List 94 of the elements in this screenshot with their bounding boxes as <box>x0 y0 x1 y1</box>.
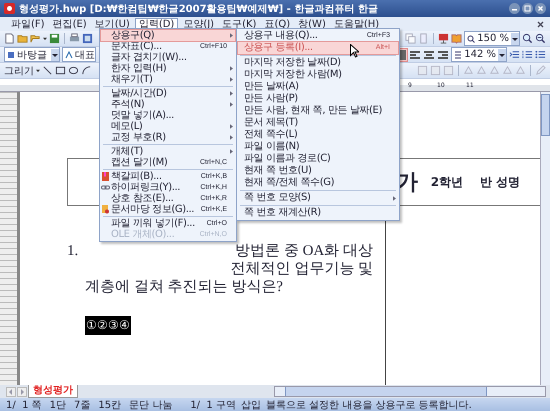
document-icon <box>101 205 110 214</box>
menu-item[interactable]: 글자 겹치기(W)... <box>101 52 235 63</box>
rectangle-icon[interactable] <box>55 65 66 76</box>
line-icon[interactable] <box>42 65 53 76</box>
submenu-arrow-icon <box>230 66 233 71</box>
menu-item[interactable]: 한자 입력(H) <box>101 63 235 74</box>
menu-item[interactable]: 개체(T) <box>101 146 235 157</box>
menu-item[interactable]: 현재 쪽 번호(U) <box>238 165 398 177</box>
question-text: 방법론 중 OA화 대상 <box>235 242 373 260</box>
submenu-arrow-icon <box>230 33 233 38</box>
menu-item[interactable]: 문서 제목(T) <box>238 117 398 129</box>
menu-item[interactable]: 만든 사람(P) <box>238 93 398 105</box>
menu-item[interactable]: 만든 사람, 현재 쪽, 만든 날짜(E) <box>238 105 398 117</box>
menu-item[interactable]: 파일(F) <box>8 18 48 30</box>
close-icon[interactable] <box>535 3 546 14</box>
menu-item[interactable]: 메모(L) <box>101 121 235 132</box>
folder-icon[interactable] <box>17 33 28 44</box>
submenu-arrow-icon <box>393 196 396 200</box>
question-number: 1. <box>67 242 78 260</box>
menu-item[interactable]: 파일 이름과 경로(C) <box>238 153 398 165</box>
presentation-icon[interactable] <box>438 33 450 44</box>
status-text: 7줄 <box>74 398 90 411</box>
menu-item[interactable]: 표(Q) <box>261 18 294 30</box>
align-button[interactable] <box>409 48 422 60</box>
zoom-field[interactable]: 150 % <box>464 31 520 46</box>
submenu-arrow-icon <box>230 124 233 129</box>
menu-item[interactable]: 덧말 넣기(A)... <box>101 110 235 121</box>
menu-item[interactable]: 날짜/시간(D) <box>101 88 235 99</box>
window-title: 형성평가.hwp [D:₩한컴팁₩한글2007활용팁₩예제₩] - 한글과컴퓨터 한글 <box>19 2 378 16</box>
menu-item[interactable]: 상용구(Q) <box>101 30 235 41</box>
new-document-icon[interactable] <box>4 33 15 44</box>
submenu-arrow-icon <box>230 102 233 107</box>
font-dropdown[interactable]: 대표 <box>62 47 96 62</box>
preview-icon[interactable] <box>82 33 93 44</box>
maximize-icon[interactable] <box>522 3 533 14</box>
horizontal-scrollbar[interactable] <box>274 386 546 397</box>
status-text: 1/ 1 구역 <box>190 398 236 411</box>
menu-item[interactable]: 만든 날짜(A) <box>238 81 398 93</box>
style-dropdown[interactable]: 바탕글 <box>4 47 60 62</box>
ellipse-icon[interactable] <box>68 65 79 76</box>
align-button[interactable] <box>423 48 436 60</box>
menu-item[interactable]: 채우기(T) <box>101 74 235 85</box>
font-icon <box>65 50 73 58</box>
menu-item[interactable]: 보기(U) <box>92 18 133 30</box>
menu-item[interactable]: 현재 쪽/전체 쪽수(G) <box>238 177 398 189</box>
menu-item[interactable]: 쪽 번호 재계산(R) <box>238 207 398 219</box>
document-tab[interactable]: 형성평가 <box>28 385 78 398</box>
menu-item[interactable]: 편집(E) <box>50 18 90 30</box>
search-icon <box>467 34 476 42</box>
submenu-arrow-icon <box>230 77 233 82</box>
app-logo-icon <box>4 3 15 14</box>
question-text: 전체적인 업무기능 및 <box>230 260 373 278</box>
menu-item[interactable]: 전체 쪽수(L) <box>238 129 398 141</box>
save-icon[interactable] <box>49 33 60 44</box>
zoom-in-icon[interactable] <box>522 33 533 44</box>
numbered-list-icon[interactable] <box>522 49 533 60</box>
menu-item[interactable]: 교정 부호(R) <box>101 132 235 143</box>
menu-item[interactable]: 도구(K) <box>219 18 260 30</box>
menu-item[interactable]: 쪽 번호 모양(S) <box>238 192 398 204</box>
minimize-icon[interactable] <box>509 3 520 14</box>
status-text: 블록으로 설정한 내용을 상용구로 등록합니다. <box>266 398 472 411</box>
draw-toolbar-label: 그리기 <box>4 64 34 78</box>
status-text: 문단 나눔 <box>129 398 172 411</box>
close-icon[interactable] <box>537 20 544 28</box>
submenu-arrow-icon <box>230 135 233 140</box>
chain-link-icon <box>101 183 110 192</box>
status-text: 1단 <box>50 398 66 411</box>
zoom-out-icon[interactable] <box>535 33 546 44</box>
menu-item[interactable]: 마지막 저장한 사람(M) <box>238 69 398 81</box>
line-spacing-icon <box>454 50 462 58</box>
menu-item[interactable]: 파일 이름(N) <box>238 141 398 153</box>
submenu-arrow-icon <box>230 91 233 96</box>
vertical-scrollbar[interactable] <box>540 92 550 385</box>
paragraph-style-icon <box>7 50 15 58</box>
menu-item[interactable]: 도움말(H) <box>330 18 382 30</box>
menu-item[interactable]: 마지막 저장한 날짜(D) <box>238 57 398 69</box>
bullet-list-icon[interactable] <box>535 49 546 60</box>
menu-item[interactable]: 창(W) <box>295 18 329 30</box>
status-text: 1/ 1 쪽 <box>6 398 42 411</box>
bookmark-icon <box>101 172 110 181</box>
arc-icon[interactable] <box>81 65 92 76</box>
submenu-arrow-icon <box>230 149 233 154</box>
indent-increase-icon[interactable] <box>509 49 520 60</box>
status-text: 삽입 <box>240 398 261 411</box>
align-button[interactable] <box>437 48 450 60</box>
answer-choices: ①②③④ <box>85 316 131 335</box>
line-spacing-field[interactable]: 142 % <box>451 47 507 62</box>
class-info: 2학년 반 성명 <box>430 174 520 190</box>
book-icon[interactable] <box>451 33 462 44</box>
menu-item[interactable]: 주석(N) <box>101 99 235 110</box>
print-icon[interactable] <box>69 33 80 44</box>
mouse-cursor-icon <box>350 44 359 58</box>
question-text: 계층에 걸쳐 추진되는 방식은? <box>85 278 283 296</box>
status-text: 15칸 <box>98 398 122 411</box>
